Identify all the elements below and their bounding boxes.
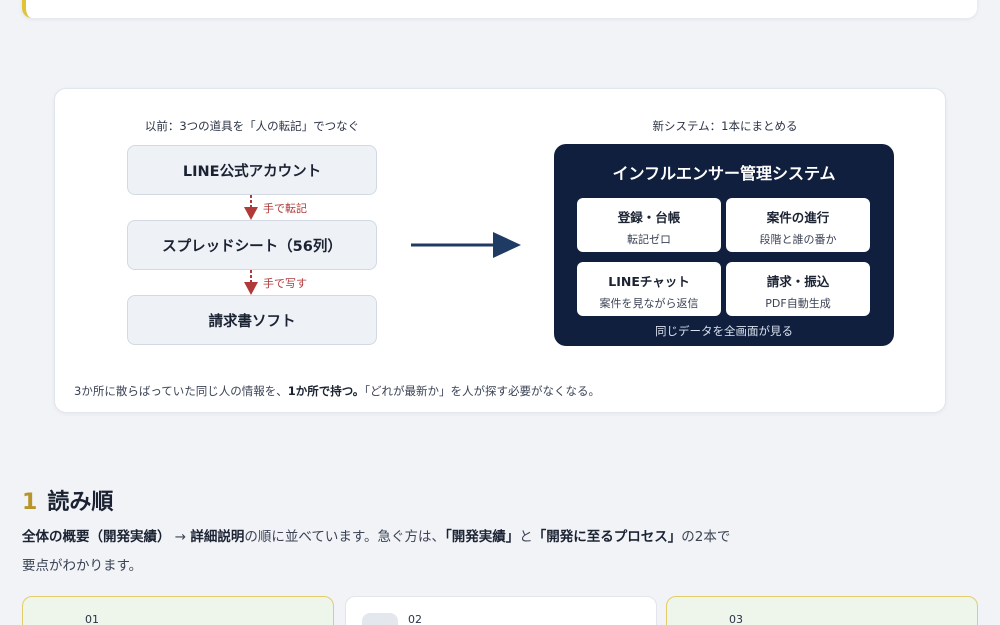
step-number: 03 xyxy=(729,613,743,625)
system-footer: 同じデータを全画面が見る xyxy=(655,324,793,338)
section-heading: 1 読み順 xyxy=(22,484,113,516)
module-title: LINEチャット xyxy=(608,274,690,289)
reading-step-card[interactable]: 01 xyxy=(22,596,334,625)
diagram-summary: 3か所に散らばっていた同じ人の情報を、1か所で持つ。「どれが最新か」を人が探す必… xyxy=(74,383,600,399)
step-number: 02 xyxy=(408,613,422,625)
arrow-note-transcribe: 手で転記 xyxy=(263,202,307,215)
module-progress: 案件の進行 段階と誰の番か xyxy=(726,198,870,252)
module-title: 請求・振込 xyxy=(766,274,830,289)
body-text: 要点がわかります。 xyxy=(22,558,143,574)
new-system-panel: インフルエンサー管理システム 登録・台帳 転記ゼロ 案件の進行 段階と誰の番か … xyxy=(554,144,894,346)
body-text: → xyxy=(170,529,191,545)
old-tool-spreadsheet: スプレッドシート（56列） xyxy=(127,220,377,270)
step-icon xyxy=(683,613,719,625)
copy-arrow-icon xyxy=(244,270,258,295)
summary-text: 3か所に散らばっていた同じ人の情報を、 xyxy=(74,384,288,398)
module-billing: 請求・振込 PDF自動生成 xyxy=(726,262,870,316)
module-subtitle: 転記ゼロ xyxy=(627,233,671,246)
module-subtitle: 段階と誰の番か xyxy=(759,233,837,246)
section-description: 全体の概要（開発実績） → 詳細説明の順に並べています。急ぐ方は、「開発実績」と… xyxy=(22,523,842,581)
module-line-chat: LINEチャット 案件を見ながら返信 xyxy=(577,262,721,316)
arrow-note-copy: 手で写す xyxy=(263,277,307,290)
module-subtitle: 案件を見ながら返信 xyxy=(599,297,699,310)
body-emphasis: 「開発実績」 xyxy=(445,529,520,545)
reading-step-card[interactable]: 03 xyxy=(666,596,978,625)
module-title: 案件の進行 xyxy=(766,210,830,225)
before-title: 以前：3つの道具を「人の転記」でつなぐ xyxy=(144,119,360,133)
old-tool-invoice: 請求書ソフト xyxy=(127,295,377,345)
summary-text: 「どれが最新か」を人が探す必要がなくなる。 xyxy=(364,384,601,398)
system-title: インフルエンサー管理システム xyxy=(612,164,836,183)
step-icon xyxy=(362,613,398,625)
body-emphasis: 「開発に至るプロセス」 xyxy=(532,529,682,545)
body-text: の2本で xyxy=(681,529,731,545)
step-icon xyxy=(39,613,75,625)
body-text: の順に並べています。急ぐ方は、 xyxy=(244,529,446,545)
after-title: 新システム：1本にまとめる xyxy=(652,119,798,133)
body-emphasis: 全体の概要（開発実績） xyxy=(22,529,171,545)
transfer-arrow-icon xyxy=(244,195,258,220)
module-subtitle: PDF自動生成 xyxy=(765,297,831,310)
previous-card xyxy=(22,0,977,18)
right-arrow-icon xyxy=(411,232,521,258)
module-title: 登録・台帳 xyxy=(617,210,681,225)
system-comparison-diagram: 以前：3つの道具を「人の転記」でつなぐ 新システム：1本にまとめる LINE公式… xyxy=(54,88,946,413)
body-emphasis: 詳細説明 xyxy=(190,529,245,545)
body-text: と xyxy=(519,529,533,545)
old-tool-line: LINE公式アカウント xyxy=(127,145,377,195)
reading-step-card[interactable]: 02 xyxy=(345,596,657,625)
section-number: 1 xyxy=(22,490,38,515)
step-number: 01 xyxy=(85,613,99,625)
module-registration: 登録・台帳 転記ゼロ xyxy=(577,198,721,252)
summary-emphasis: 1か所で持つ。 xyxy=(287,384,365,398)
section-title: 読み順 xyxy=(47,490,114,515)
